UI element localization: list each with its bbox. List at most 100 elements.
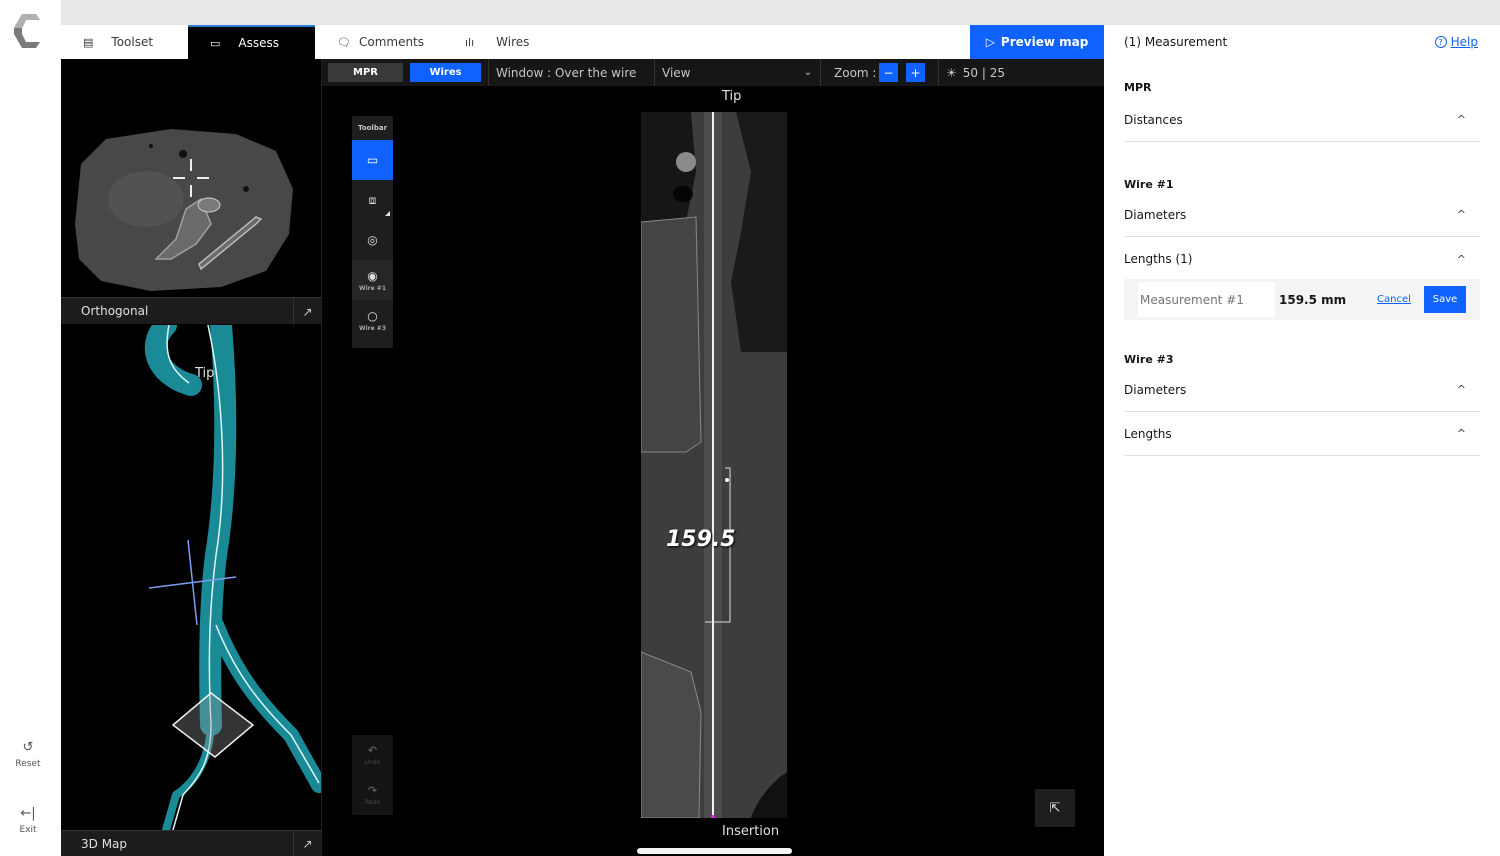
tab-wires[interactable]: ılı Wires (443, 25, 571, 59)
brightness-icon: ☀ (946, 65, 957, 80)
slab-tool[interactable]: ⧈ (352, 180, 393, 220)
tool-palette-header: Toolbar (357, 124, 388, 132)
chevron-up-icon: ^ (1456, 383, 1466, 396)
accordion-label: Diameters (1124, 382, 1187, 397)
accordion-distances[interactable]: Distances ^ (1124, 98, 1480, 142)
reset-button[interactable]: ↺ Reset (0, 740, 56, 769)
section-heading-wire-3: Wire #3 (1124, 353, 1174, 366)
accordion-label: Lengths (1) (1124, 252, 1193, 266)
horizontal-scrollbar[interactable] (637, 848, 792, 854)
divider (820, 59, 821, 86)
preview-map-label: Preview map (1000, 35, 1089, 49)
redo-icon: ↷ (367, 784, 378, 797)
vessel-3d-render: Tip (144, 325, 321, 830)
accordion-wire-1-diameters[interactable]: Diameters ^ (1124, 193, 1480, 237)
left-rail: ↺ Reset ←| Exit (0, 0, 61, 856)
tab-bar: ▤ Toolset ▭ Assess 🗨 Comments ılı Wires (61, 25, 970, 59)
3d-map-viewport[interactable]: Tip (61, 325, 321, 830)
radio-icon: ○ (367, 308, 378, 323)
tab-label: Assess (238, 36, 280, 50)
radio-selected-icon: ◉ (367, 268, 378, 283)
axial-ct-image (75, 129, 293, 291)
tool-palette: Toolbar ▭ ⧈ ◎ ◉ Wire #1 ○ Wire #3 (352, 116, 393, 348)
tab-toolset[interactable]: ▤ Toolset (61, 25, 188, 59)
3d-map-label: 3D Map (81, 836, 128, 851)
help-icon: ? (1434, 36, 1447, 48)
focus-icon: ◎ (367, 233, 378, 247)
focus-tool[interactable]: ◎ (352, 220, 393, 260)
wire-3-label: Wire #3 (359, 324, 386, 332)
exit-icon: ←| (20, 806, 36, 821)
tip-label-3d: Tip (194, 366, 214, 381)
view-select-value: View (662, 65, 691, 80)
redo-button[interactable]: ↷ Redo (352, 775, 393, 815)
insertion-label: Insertion (722, 824, 780, 839)
wire-1-label: Wire #1 (359, 284, 386, 292)
chevron-up-icon: ^ (1456, 113, 1466, 126)
wire-1-tool[interactable]: ◉ Wire #1 (352, 260, 393, 300)
expand-icon[interactable]: ↗ (293, 831, 321, 856)
save-button[interactable]: Save (1424, 286, 1466, 313)
reset-icon: ↺ (22, 740, 34, 755)
ruler-tool[interactable]: ▭ (352, 140, 393, 180)
mpr-button[interactable]: MPR (328, 63, 403, 82)
undo-redo-palette: ↶ Undo ↷ Redo (352, 735, 393, 815)
wire-3-tool[interactable]: ○ Wire #3 (352, 300, 393, 340)
wires-button[interactable]: Wires (410, 63, 481, 82)
window-level-value: 50 | 25 (962, 65, 1005, 80)
accordion-label: Lengths (1124, 426, 1172, 441)
cancel-button[interactable]: Cancel (1377, 279, 1411, 320)
window-level[interactable]: ☀ 50 | 25 (946, 59, 1005, 86)
zoom-label: Zoom : (834, 65, 877, 80)
measurement-overlay-value[interactable]: 159.5 (666, 527, 736, 552)
undo-icon: ↶ (367, 744, 378, 757)
window-preset[interactable]: Window : Over the wire (496, 59, 636, 86)
help-label: Help (1450, 35, 1478, 49)
tab-comments[interactable]: 🗨 Comments (315, 25, 443, 59)
view-select[interactable]: View ⌄ (662, 59, 820, 86)
accordion-wire-3-diameters[interactable]: Diameters ^ (1124, 368, 1480, 412)
reset-label: Reset (15, 759, 41, 769)
chevron-up-icon: ^ (1456, 208, 1466, 221)
viewer-toolbar: MPR Wires Window : Over the wire View ⌄ … (322, 59, 1105, 86)
left-viewers: Orthogonal ↗ Tip 3D Map ↗ (61, 59, 321, 856)
divider (654, 59, 655, 86)
measurement-value: 159.5 mm (1279, 292, 1347, 307)
wires-icon: ılı (465, 35, 475, 49)
toolset-icon: ▤ (83, 35, 94, 49)
help-link[interactable]: ? Help (1434, 35, 1478, 49)
tab-label: Wires (496, 35, 530, 49)
ruler-icon: ▭ (210, 36, 221, 50)
chevron-up-icon: ^ (1456, 252, 1466, 266)
curved-mpr-viewer: MPR Wires Window : Over the wire View ⌄ … (321, 59, 1105, 856)
tab-assess[interactable]: ▭ Assess (188, 25, 315, 59)
undo-label: Undo (364, 759, 381, 766)
divider (488, 59, 489, 86)
ruler-icon: ▭ (366, 153, 379, 167)
accordion-wire-3-lengths[interactable]: Lengths ^ (1124, 412, 1480, 456)
submenu-indicator (385, 211, 390, 216)
tip-label: Tip (722, 89, 742, 104)
orthogonal-label: Orthogonal (81, 304, 149, 318)
section-heading-mpr: MPR (1124, 81, 1152, 94)
tab-label: Toolset (111, 35, 154, 49)
play-icon: ▷ (985, 35, 995, 49)
straightened-ct-image[interactable]: 159.5 (641, 112, 787, 818)
measurement-name-input[interactable] (1138, 282, 1275, 317)
undo-button[interactable]: ↶ Undo (352, 735, 393, 775)
accordion-wire-1-lengths[interactable]: Lengths (1) ^ (1124, 237, 1480, 281)
expand-icon[interactable]: ↗ (293, 298, 321, 325)
orthogonal-label-bar: Orthogonal ↗ (61, 297, 321, 325)
cursor-icon: ⇱ (1049, 800, 1061, 816)
exit-button[interactable]: ←| Exit (0, 806, 56, 835)
divider (938, 59, 939, 86)
cursor-mode-button[interactable]: ⇱ (1035, 789, 1075, 827)
measurement-row: 159.5 mm Cancel Save (1124, 279, 1480, 320)
zoom-in-button[interactable]: + (906, 63, 925, 82)
redo-label: Redo (364, 799, 381, 806)
exit-label: Exit (19, 825, 37, 835)
panel-title: (1) Measurement (1124, 35, 1228, 49)
orthogonal-viewport[interactable] (61, 59, 321, 297)
preview-map-button[interactable]: ▷ Preview map (970, 25, 1104, 59)
zoom-out-button[interactable]: − (879, 63, 898, 82)
